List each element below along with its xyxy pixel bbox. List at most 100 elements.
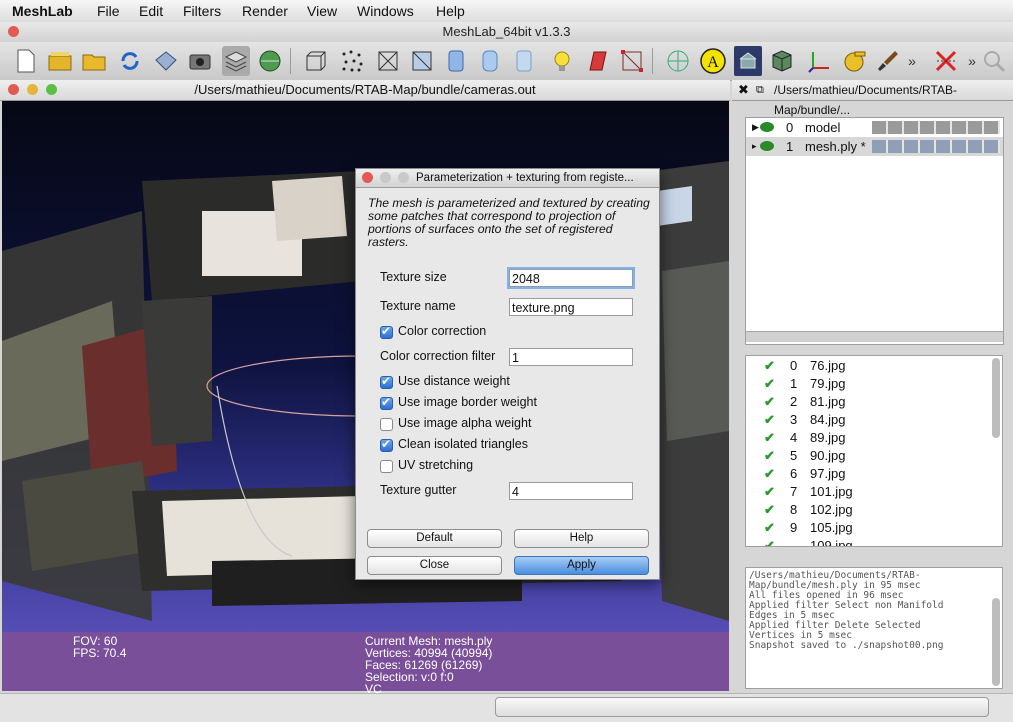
menu-filters[interactable]: Filters <box>183 3 221 19</box>
layer-row-selected[interactable]: ▸ 1 mesh.ply * <box>746 137 1003 156</box>
raster-row[interactable]: ✔ 4 89.jpg <box>746 429 986 447</box>
measure-icon[interactable] <box>840 46 868 76</box>
flat-icon[interactable] <box>442 46 470 76</box>
mesh-icon[interactable] <box>768 46 796 76</box>
globe-icon[interactable] <box>256 46 284 76</box>
dialog-titlebar: Parameterization + texturing from regist… <box>356 169 659 188</box>
texture-icon[interactable] <box>510 46 538 76</box>
zoom-icon[interactable] <box>980 46 1008 76</box>
use-distance-weight-checkbox[interactable] <box>380 374 393 389</box>
menu-view[interactable]: View <box>307 3 337 19</box>
paint-icon[interactable] <box>874 46 902 76</box>
help-button[interactable]: Help <box>514 529 649 548</box>
menu-file[interactable]: File <box>97 3 120 19</box>
checkmark-icon[interactable]: ✔ <box>764 501 775 519</box>
dialog-maximize-icon[interactable] <box>398 172 409 183</box>
new-file-icon[interactable] <box>12 46 40 76</box>
save-icon[interactable] <box>152 46 180 76</box>
raster-row[interactable]: ✔ 5 90.jpg <box>746 447 986 465</box>
checkmark-icon[interactable]: ✔ <box>764 519 775 537</box>
points-icon[interactable] <box>338 46 366 76</box>
checkmark-icon[interactable]: ✔ <box>764 465 775 483</box>
close-button[interactable]: Close <box>367 556 502 575</box>
raster-row[interactable]: ✔ 8 102.jpg <box>746 501 986 519</box>
delete-icon[interactable] <box>932 46 960 76</box>
menu-help[interactable]: Help <box>436 3 465 19</box>
menu-render[interactable]: Render <box>242 3 288 19</box>
app-menu[interactable]: MeshLab <box>12 3 73 19</box>
svg-text:A: A <box>707 54 719 71</box>
raster-row[interactable]: ✔ 109.jpg <box>746 537 986 547</box>
rasters-scrollbar[interactable] <box>992 358 1000 438</box>
log-scrollbar[interactable] <box>992 598 1000 686</box>
raster-row[interactable]: ✔ 3 84.jpg <box>746 411 986 429</box>
select-faces-icon[interactable] <box>618 46 646 76</box>
expand-arrow-icon[interactable]: ▸ <box>752 137 757 156</box>
float-pane-icon[interactable]: ⧉ <box>756 80 764 100</box>
smooth-icon[interactable] <box>476 46 504 76</box>
raster-name: 76.jpg <box>810 358 846 373</box>
default-button[interactable]: Default <box>367 529 502 548</box>
color-correction-checkbox[interactable] <box>380 324 393 339</box>
uv-stretching-checkbox[interactable] <box>380 460 393 473</box>
checkmark-icon[interactable]: ✔ <box>764 375 775 393</box>
raster-row[interactable]: ✔ 2 81.jpg <box>746 393 986 411</box>
visibility-eye-icon[interactable] <box>760 141 774 151</box>
render-mode-icons[interactable] <box>872 140 1000 153</box>
checkmark-icon[interactable]: ✔ <box>764 357 775 375</box>
raster-name: 97.jpg <box>810 466 846 481</box>
bbox-icon[interactable] <box>302 46 330 76</box>
raster-row[interactable]: ✔ 7 101.jpg <box>746 483 986 501</box>
raster-row[interactable]: ✔ 1 79.jpg <box>746 375 986 393</box>
clean-isolated-triangles-checkbox[interactable] <box>380 437 393 452</box>
close-pane-icon[interactable]: ✖ <box>738 80 749 100</box>
open-layers-icon[interactable] <box>46 46 74 76</box>
layers-list: ▶ 0 model ▸ 1 mesh.ply * <box>745 117 1004 345</box>
layers-hscrollbar[interactable] <box>746 331 1003 342</box>
dialog-title: Parameterization + texturing from regist… <box>416 172 634 184</box>
axes-icon[interactable] <box>806 46 834 76</box>
expand-arrow-icon[interactable]: ▶ <box>752 118 759 137</box>
wireframe-icon[interactable] <box>374 46 402 76</box>
render-mode-icons[interactable] <box>872 121 1000 134</box>
snapshot-icon[interactable] <box>186 46 214 76</box>
reload-icon[interactable] <box>116 46 144 76</box>
checkmark-icon[interactable]: ✔ <box>764 393 775 411</box>
hidden-lines-icon[interactable] <box>408 46 436 76</box>
checkmark-icon[interactable]: ✔ <box>764 537 775 546</box>
layer-row[interactable]: ▶ 0 model <box>746 118 1003 137</box>
layers-icon[interactable] <box>222 46 250 76</box>
museum-icon[interactable] <box>734 46 762 76</box>
trackball-icon[interactable] <box>664 46 692 76</box>
visibility-eye-icon[interactable] <box>760 122 774 132</box>
raster-row[interactable]: ✔ 6 97.jpg <box>746 465 986 483</box>
menu-edit[interactable]: Edit <box>139 3 163 19</box>
color-correction-filter-input[interactable]: 1 <box>509 348 633 366</box>
raster-index: 1 <box>790 376 798 391</box>
dialog-close-icon[interactable] <box>362 172 373 183</box>
raster-row[interactable]: ✔ 0 76.jpg <box>746 357 986 375</box>
menu-windows[interactable]: Windows <box>357 3 414 19</box>
texture-name-input[interactable]: texture.png <box>509 298 633 316</box>
apply-button[interactable]: Apply <box>514 556 649 575</box>
texture-size-input[interactable]: 2048 <box>509 269 633 287</box>
dialog-minimize-icon[interactable] <box>380 172 391 183</box>
raster-row[interactable]: ✔ 9 105.jpg <box>746 519 986 537</box>
use-image-alpha-weight-label: Use image alpha weight <box>398 416 532 430</box>
toolbar-overflow-icon[interactable]: » <box>904 46 920 76</box>
checkmark-icon[interactable]: ✔ <box>764 483 775 501</box>
checkmark-icon[interactable]: ✔ <box>764 429 775 447</box>
texture-gutter-input[interactable]: 4 <box>509 482 633 500</box>
backface-icon[interactable] <box>584 46 612 76</box>
light-icon[interactable] <box>548 46 576 76</box>
checkmark-icon[interactable]: ✔ <box>764 411 775 429</box>
checkmark-icon[interactable]: ✔ <box>764 447 775 465</box>
toolbar-separator <box>652 48 653 74</box>
open-folder-icon[interactable] <box>80 46 108 76</box>
annotate-icon[interactable]: A <box>699 46 727 76</box>
toolbar-overflow-icon-2[interactable]: » <box>964 46 980 76</box>
use-image-border-weight-checkbox[interactable] <box>380 395 393 410</box>
use-image-alpha-weight-checkbox[interactable] <box>380 418 393 431</box>
close-window-icon[interactable] <box>8 26 19 37</box>
raster-name: 109.jpg <box>810 538 853 547</box>
